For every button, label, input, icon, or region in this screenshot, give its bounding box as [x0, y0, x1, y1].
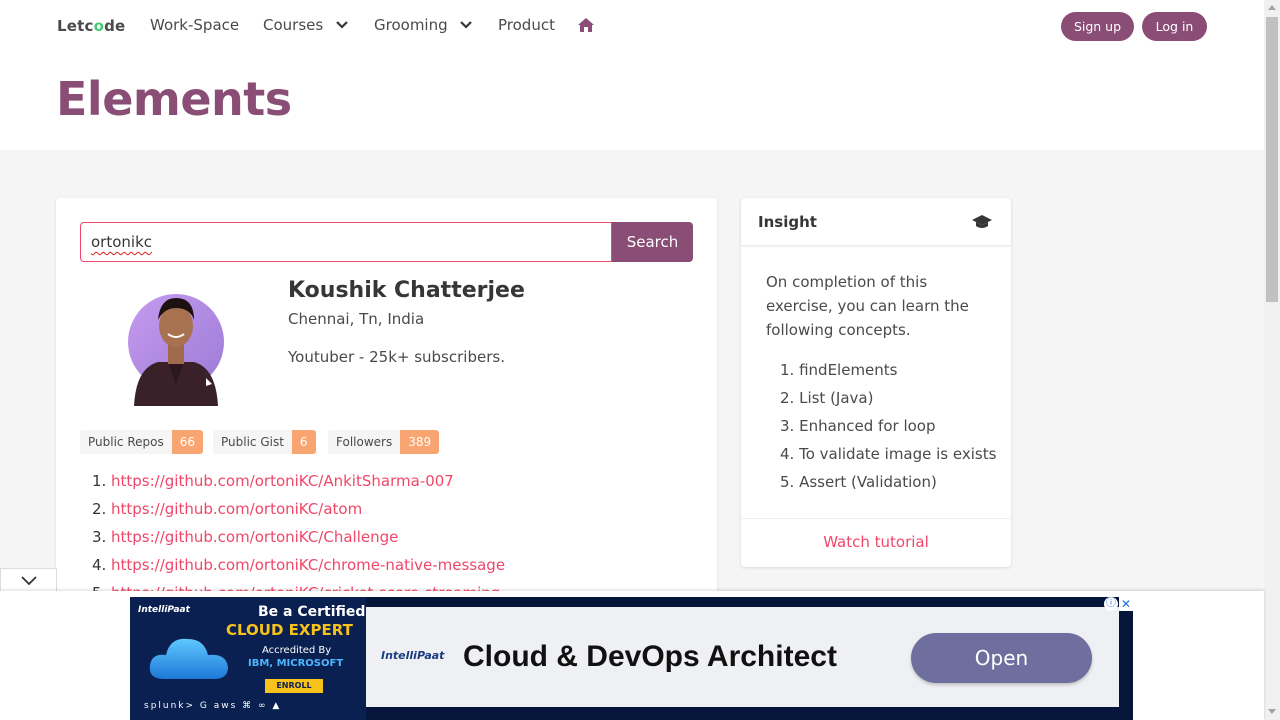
nav-courses[interactable]: Courses [263, 16, 348, 34]
ad-cloud-expert: CLOUD EXPERT [226, 621, 353, 639]
ad-certified-text: Be a Certified [258, 604, 366, 620]
chevron-down-icon [336, 21, 348, 29]
ad-collapse-toggle[interactable] [0, 568, 57, 592]
username-search-input[interactable]: ortonikc [80, 222, 612, 262]
list-item: 2. https://github.com/ortoniKC/atom [92, 500, 363, 518]
public-repos-count: 66 [171, 430, 204, 454]
list-item: 3. Enhanced for loop [780, 417, 936, 435]
repo-link[interactable]: https://github.com/ortoniKC/Challenge [111, 528, 398, 546]
ad-close-icon[interactable]: ✕ [1119, 597, 1133, 611]
ad-partners: IBM, MICROSOFT [248, 658, 344, 669]
search-button[interactable]: Search [612, 222, 693, 262]
repo-link[interactable]: https://github.com/ortoniKC/chrome-nativ… [111, 556, 505, 574]
navbar: Letcode Work-Space Courses Grooming Prod… [0, 0, 1264, 52]
followers-tag: Followers 389 [328, 430, 440, 454]
graduation-cap-icon [972, 215, 992, 228]
list-item: 1. https://github.com/ortoniKC/AnkitSharm… [92, 472, 454, 490]
signup-button[interactable]: Sign up [1061, 12, 1134, 41]
repo-link[interactable]: https://github.com/ortoniKC/AnkitSharma-… [111, 472, 454, 490]
letcode-logo[interactable]: Letcode [57, 17, 125, 35]
chevron-down-icon [460, 21, 473, 29]
insight-title: Insight [758, 213, 817, 231]
login-button[interactable]: Log in [1142, 12, 1207, 41]
followers-count: 389 [400, 430, 440, 454]
page-scrollbar[interactable] [1264, 0, 1280, 720]
insight-card: Insight On completion of this exercise, … [741, 198, 1011, 567]
hero-section: Elements [0, 52, 1264, 150]
ad-enroll-button[interactable]: ENROLL NOW [265, 679, 323, 704]
scroll-down-icon[interactable] [1268, 709, 1276, 714]
ad-partner-logos: splunk> G aws ⌘ ∞ ▲ [144, 701, 282, 711]
home-icon[interactable] [577, 16, 595, 34]
ad-brand-logo: IntelliPaat [138, 605, 190, 615]
scrollbar-thumb[interactable] [1266, 17, 1278, 302]
ad-info-icon[interactable]: ⓘ [1104, 597, 1118, 611]
public-gist-tag: Public Gist 6 [213, 430, 316, 454]
public-repos-tag: Public Repos 66 [80, 430, 204, 454]
list-item: 5. Assert (Validation) [780, 473, 937, 491]
page-title: Elements [56, 72, 292, 126]
public-gist-count: 6 [291, 430, 316, 454]
scroll-up-icon[interactable] [1268, 5, 1276, 10]
insight-header: Insight [741, 198, 1011, 246]
profile-location: Chennai, Tn, India [288, 310, 425, 328]
watch-tutorial-link[interactable]: Watch tutorial [741, 518, 1011, 567]
list-item: 2. List (Java) [780, 389, 874, 407]
ad-panel-brand-logo: IntelliPaat [381, 649, 445, 662]
ad-banner[interactable]: IntelliPaat Be a Certified CLOUD EXPERT … [130, 597, 1133, 720]
github-profile-card: ortonikc Search Koushik Chatterjee Chenn… [56, 198, 717, 608]
profile-name: Koushik Chatterjee [288, 278, 525, 303]
ad-strip: IntelliPaat Be a Certified CLOUD EXPERT … [0, 591, 1264, 720]
nav-grooming[interactable]: Grooming [374, 16, 473, 34]
repo-link[interactable]: https://github.com/ortoniKC/atom [111, 500, 362, 518]
insight-intro: On completion of this exercise, you can … [766, 273, 969, 339]
cloud-icon [149, 638, 228, 679]
list-item: 1. findElements [780, 361, 898, 379]
ad-main-panel: IntelliPaat Cloud & DevOps Architect Ope… [366, 607, 1119, 707]
ad-left-panel: IntelliPaat Be a Certified CLOUD EXPERT … [130, 597, 366, 720]
ad-accredited: Accredited By [262, 645, 332, 656]
list-item: 4. https://github.com/ortoniKC/chrome-nat… [92, 556, 506, 574]
profile-avatar [128, 294, 224, 406]
ad-headline: Cloud & DevOps Architect [463, 640, 837, 673]
nav-work-space[interactable]: Work-Space [150, 16, 239, 34]
list-item: 3. https://github.com/ortoniKC/Challenge [92, 528, 399, 546]
ad-open-button[interactable]: Open [911, 633, 1092, 683]
list-item: 4. To validate image is exists [780, 445, 997, 463]
chevron-down-icon [21, 576, 37, 586]
repo-list: 1. https://github.com/ortoniKC/AnkitSharm… [92, 470, 505, 608]
concept-list: 1. findElements 2. List (Java) 3. Enhanc… [780, 358, 996, 498]
profile-bio: Youtuber - 25k+ subscribers. [288, 348, 505, 366]
nav-product[interactable]: Product [498, 16, 555, 34]
